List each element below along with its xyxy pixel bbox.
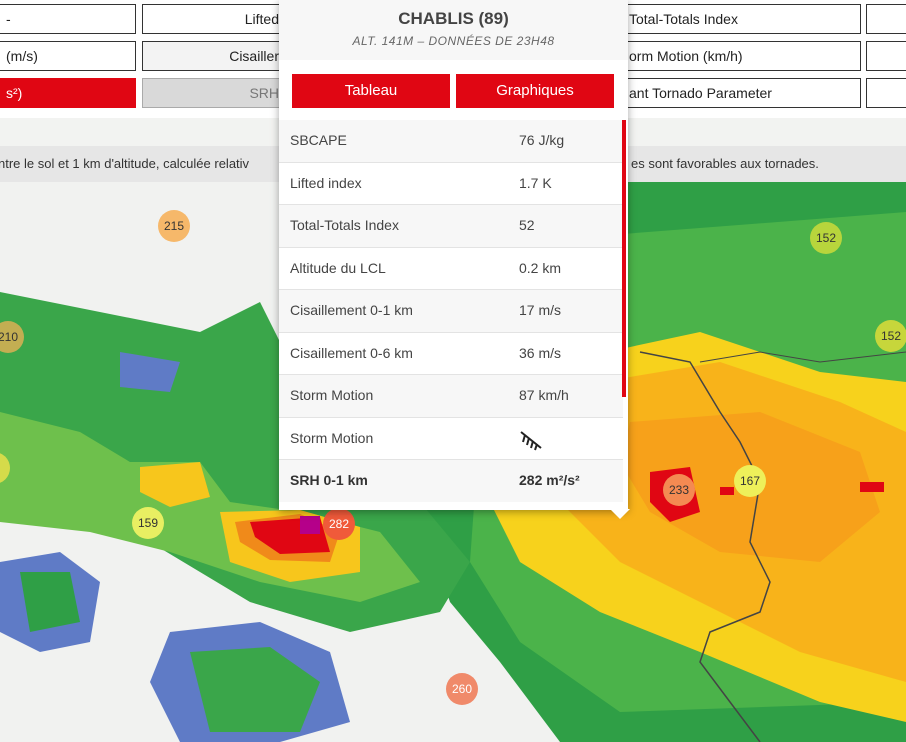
description-left-text: ntre le sol et 1 km d'altitude, calculée…: [0, 156, 250, 171]
station-popup: CHABLIS (89) ALT. 141M – DONNÉES DE 23H4…: [279, 0, 630, 519]
table-row: Cisaillement 0-6 km 36 m/s: [279, 332, 623, 375]
row-label: Storm Motion: [290, 429, 374, 446]
row-value: 282 m²/s²: [519, 472, 580, 488]
row-value: 87 km/h: [519, 387, 569, 403]
popup-title: CHABLIS (89): [398, 9, 509, 28]
param-button-row1-col1[interactable]: -: [0, 4, 136, 34]
popup-scrollbar[interactable]: [622, 120, 626, 397]
row-value: 17 m/s: [519, 302, 562, 318]
wind-barb-icon: [519, 428, 545, 455]
tab-tableau[interactable]: Tableau: [292, 74, 450, 108]
param-button-total-totals[interactable]: Total-Totals Index: [620, 4, 861, 34]
map-marker[interactable]: 167: [734, 465, 766, 497]
table-row: Storm Motion: [279, 417, 623, 460]
table-row: Storm Motion 87 km/h: [279, 375, 623, 418]
popup-subtitle: ALT. 141M – DONNÉES DE 23H48: [352, 34, 555, 48]
param-button-row3-col4[interactable]: [866, 78, 906, 108]
table-row: SRH 0-1 km 282 m²/s²: [279, 460, 623, 502]
row-label: Total-Totals Index: [290, 217, 399, 233]
row-label: SBCAPE: [290, 132, 347, 148]
map-marker[interactable]: 159: [132, 507, 164, 539]
param-button-srh[interactable]: SRH: [142, 78, 280, 108]
param-button-tornado-parameter[interactable]: ant Tornado Parameter: [620, 78, 861, 108]
map-marker[interactable]: 233: [663, 474, 695, 506]
popup-pointer: [610, 509, 630, 519]
param-button-lifted[interactable]: Lifted: [142, 4, 280, 34]
map-marker[interactable]: 260: [446, 673, 478, 705]
map-marker-selected[interactable]: 282: [323, 508, 355, 540]
table-row: Altitude du LCL 0.2 km: [279, 247, 623, 290]
row-value: 36 m/s: [519, 344, 562, 361]
row-label: Cisaillement 0-6 km: [290, 344, 413, 361]
param-button-srh-active[interactable]: s²): [0, 78, 136, 108]
data-table[interactable]: SBCAPE 76 J/kg Lifted index 1.7 K Total-To…: [279, 120, 623, 502]
row-label: Storm Motion: [290, 387, 374, 403]
table-row: Lifted index 1.7 K: [279, 162, 623, 205]
param-button-storm-motion[interactable]: orm Motion (km/h): [620, 41, 861, 71]
row-value: 52: [519, 217, 535, 233]
map-marker[interactable]: 215: [158, 210, 190, 242]
tab-graphiques[interactable]: Graphiques: [456, 74, 614, 108]
table-row: SBCAPE 76 J/kg: [279, 120, 623, 163]
table-row: Total-Totals Index 52: [279, 205, 623, 248]
param-button-row2-col4[interactable]: [866, 41, 906, 71]
row-value: 0.2 km: [519, 259, 562, 276]
row-label: Cisaillement 0-1 km: [290, 302, 413, 318]
table-row: Cisaillement 0-1 km 17 m/s: [279, 290, 623, 333]
param-button-wind-ms[interactable]: (m/s): [0, 41, 136, 71]
map-marker[interactable]: 152: [875, 320, 906, 352]
param-button-cisaillement[interactable]: Cisailler: [142, 41, 280, 71]
row-label: SRH 0-1 km: [290, 472, 368, 488]
row-label: Altitude du LCL: [290, 259, 386, 276]
row-label: Lifted index: [290, 174, 362, 191]
row-value: 1.7 K: [519, 174, 552, 191]
param-button-row1-col4[interactable]: [866, 4, 906, 34]
popup-header: CHABLIS (89) ALT. 141M – DONNÉES DE 23H4…: [279, 0, 628, 60]
row-value: 76 J/kg: [519, 132, 565, 148]
map-marker[interactable]: 152: [810, 222, 842, 254]
description-right-text: es sont favorables aux tornades.: [631, 156, 819, 171]
